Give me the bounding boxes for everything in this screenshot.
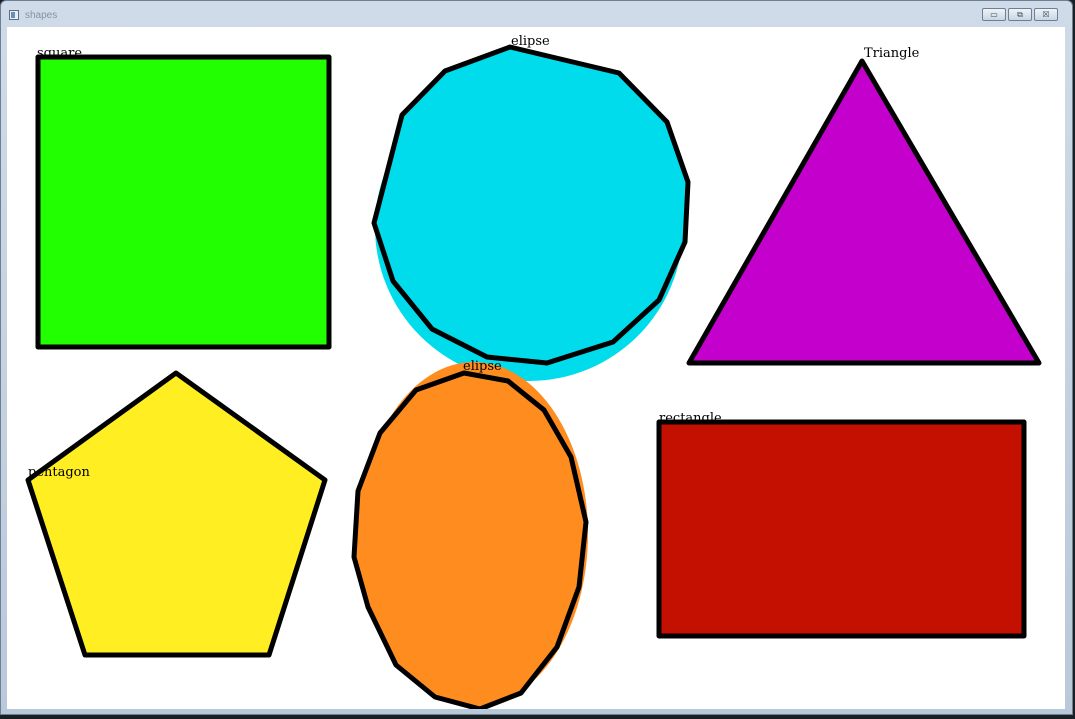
ellipse-label: elipse <box>463 359 502 374</box>
minimize-button[interactable]: ▭ <box>982 8 1006 21</box>
title-bar[interactable]: shapes ▭ ⧉ ☒ <box>1 1 1072 27</box>
rectangle-shape <box>656 419 1027 639</box>
drawing-canvas: square elipse Triangle pentagon elipse r… <box>7 27 1065 709</box>
app-window: shapes ▭ ⧉ ☒ square elipse Triangle pent… <box>0 0 1073 715</box>
square-shape <box>35 54 332 350</box>
shapes-drawing: square elipse Triangle pentagon elipse r… <box>25 34 1042 709</box>
pentagon-shape <box>25 370 328 658</box>
maximize-button[interactable]: ⧉ <box>1008 8 1032 21</box>
square-label: square <box>37 46 82 61</box>
app-icon <box>9 10 19 20</box>
circle-outline <box>371 44 691 366</box>
triangle-label: Triangle <box>864 46 920 61</box>
rectangle-label: rectangle <box>659 411 722 426</box>
pentagon-label: pentagon <box>28 465 91 480</box>
close-button[interactable]: ☒ <box>1034 8 1058 21</box>
window-controls: ▭ ⧉ ☒ <box>982 8 1058 21</box>
triangle-shape <box>686 58 1042 366</box>
window-title: shapes <box>25 10 58 21</box>
circle-label: elipse <box>511 34 550 49</box>
